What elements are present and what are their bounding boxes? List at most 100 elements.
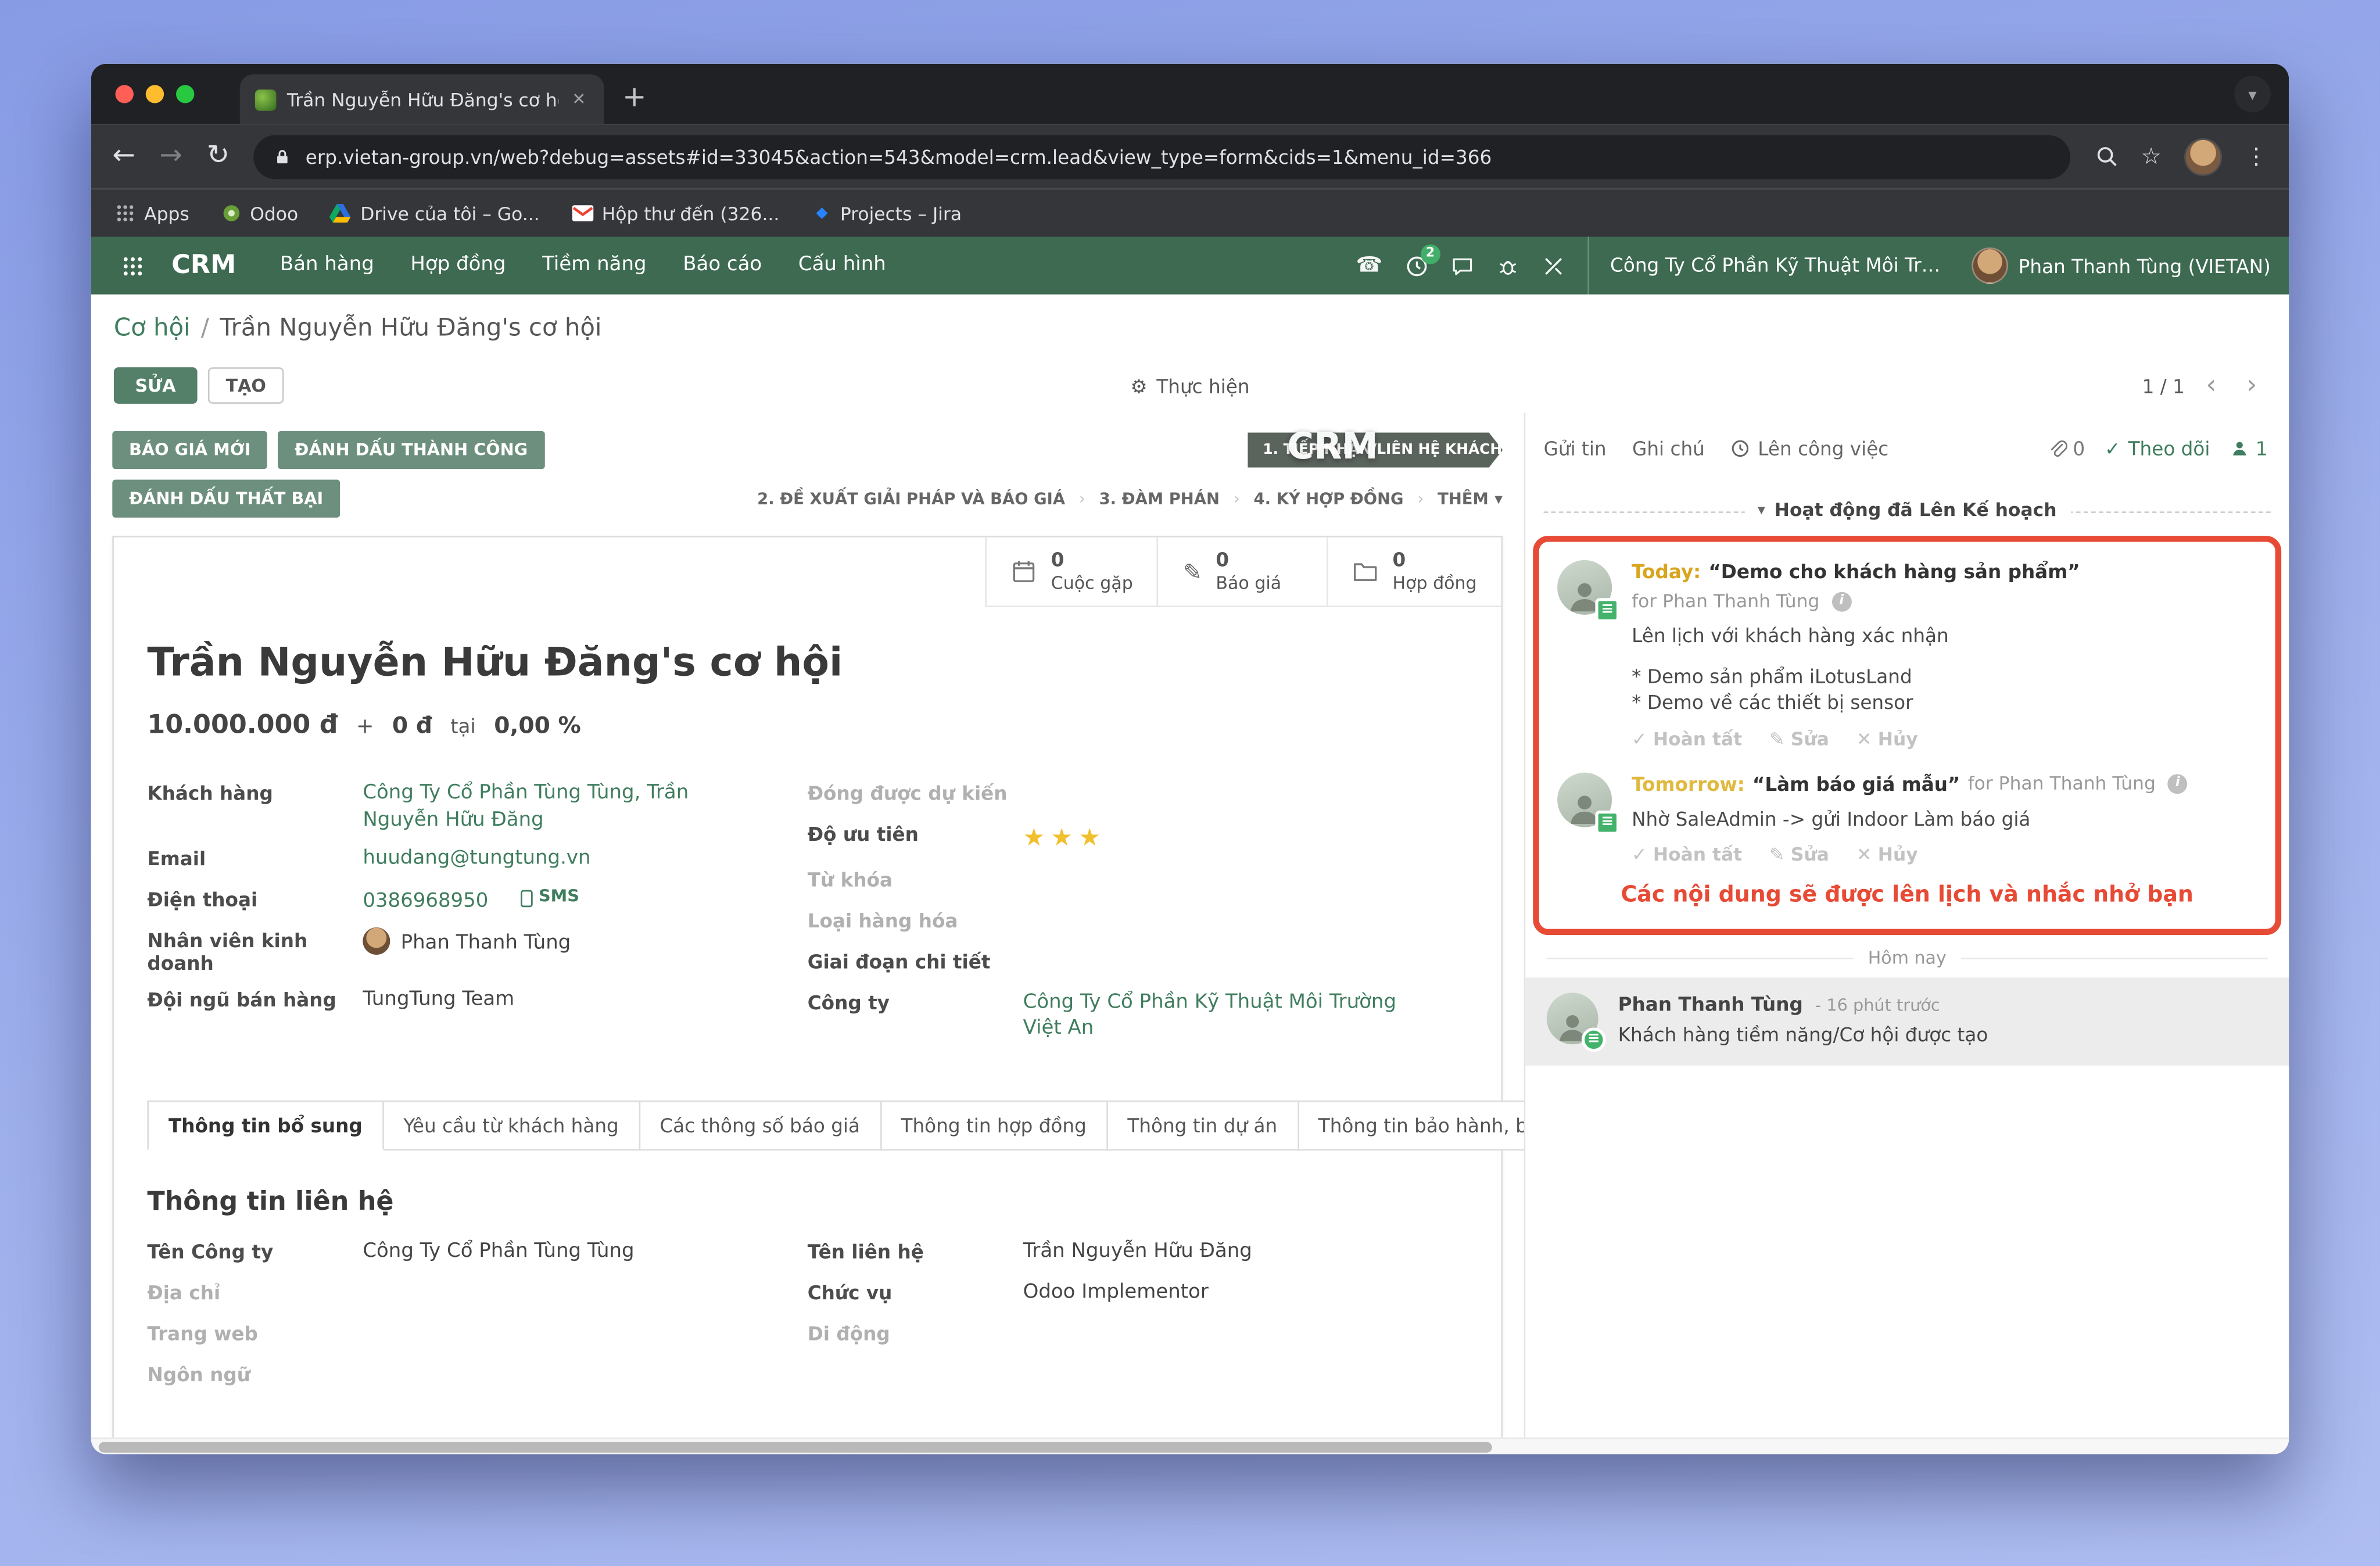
tags-label: Từ khóa <box>808 866 1023 895</box>
forward-button[interactable]: → <box>160 143 182 170</box>
email-link[interactable]: huudang@tungtung.vn <box>363 846 590 875</box>
company-switcher[interactable]: Công Ty Cổ Phần Kỹ Thuật Môi Trường Vi..… <box>1587 237 1949 295</box>
tab-search-button[interactable]: ▾ <box>2234 76 2271 113</box>
activity-done-button[interactable]: ✓Hoàn tất <box>1632 844 1742 865</box>
action-menu[interactable]: ⚙ Thực hiện <box>1130 374 1249 397</box>
activities-highlight-box: ≡ Today: “Demo cho khách hàng sản phẩm” … <box>1533 536 2281 935</box>
breadcrumb-parent-link[interactable]: Cơ hội <box>114 312 191 341</box>
status-row-1: BÁO GIÁ MỚI ĐÁNH DẤU THÀNH CÔNG 1. TIẾP … <box>112 431 1503 469</box>
new-tab-button[interactable]: + <box>622 74 647 124</box>
activity-type-badge-icon: ≡ <box>1595 810 1619 834</box>
revenue-at: tại <box>450 716 476 739</box>
sales-team-value[interactable]: TungTung Team <box>363 987 514 1016</box>
info-icon[interactable] <box>2168 773 2188 793</box>
activity-cancel-button[interactable]: ✕Hủy <box>1856 728 1918 750</box>
messages-icon[interactable] <box>1451 255 1474 277</box>
mark-won-button[interactable]: ĐÁNH DẤU THÀNH CÔNG <box>278 431 544 469</box>
scrollbar-thumb[interactable] <box>99 1442 1492 1453</box>
pager-next-icon[interactable]: › <box>2238 372 2266 398</box>
apps-menu-icon[interactable] <box>109 255 156 277</box>
bookmark-drive[interactable]: Drive của tôi – Go... <box>330 203 540 224</box>
planned-activities-header[interactable]: ▾ Hoạt động đã Lên Kế hoạch <box>1544 499 2271 524</box>
tab-thong-so-bao-gia[interactable]: Các thông số báo giá <box>640 1101 881 1151</box>
stage-more-button[interactable]: THÊM ▾ <box>1438 489 1503 507</box>
email-label: Email <box>147 846 363 875</box>
goods-type-label: Loại hàng hóa <box>808 908 1023 937</box>
company-link[interactable]: Công Ty Cổ Phần Kỹ Thuật Môi Trường Việt… <box>1023 990 1430 1043</box>
bookmark-odoo[interactable]: Odoo <box>221 203 299 224</box>
tools-icon[interactable] <box>1542 255 1565 277</box>
activity-clock-icon[interactable]: 2 <box>1405 255 1428 277</box>
address-bar[interactable]: erp.vietan-group.vn/web?debug=assets#id=… <box>254 134 2070 178</box>
language-label: Ngôn ngữ <box>147 1361 363 1391</box>
contact-section-heading: Thông tin liên hệ <box>147 1187 1468 1217</box>
message-author[interactable]: Phan Thanh Tùng <box>1618 992 1803 1015</box>
attachments-button[interactable]: 0 <box>2047 437 2085 460</box>
stat-quotations-button[interactable]: ✎ 0 Báo giá <box>1157 537 1328 608</box>
tab-thong-tin-du-an[interactable]: Thông tin dự án <box>1107 1101 1298 1151</box>
stage-3[interactable]: 3. ĐÀM PHÁN <box>1099 489 1220 507</box>
menu-bao-cao[interactable]: Báo cáo <box>666 237 779 295</box>
bug-icon[interactable] <box>1496 255 1519 277</box>
browser-toolbar: ← → ↻ erp.vietan-group.vn/web?debug=asse… <box>91 124 2289 188</box>
tab-bao-hanh-bao-tri[interactable]: Thông tin bảo hành, bảo trì <box>1299 1101 1525 1151</box>
macos-traffic-lights <box>116 85 195 103</box>
phone-link[interactable]: 0386968950 <box>363 891 488 913</box>
activity-done-button[interactable]: ✓Hoàn tất <box>1632 728 1742 750</box>
stat-meetings-button[interactable]: 0 Cuộc gặp <box>985 537 1157 608</box>
send-message-button[interactable]: Gửi tin <box>1544 437 1607 460</box>
tab-thong-tin-bo-sung[interactable]: Thông tin bổ sung <box>147 1101 383 1151</box>
window-minimize-button[interactable] <box>146 85 164 103</box>
browser-menu-icon[interactable]: ⋮ <box>2245 145 2267 167</box>
mark-lost-button[interactable]: ĐÁNH DẤU THẤT BẠI <box>112 479 340 517</box>
back-button[interactable]: ← <box>112 143 135 170</box>
zoom-icon[interactable] <box>2094 144 2119 169</box>
window-close-button[interactable] <box>116 85 134 103</box>
contact-fields: Tên Công ty Công Ty Cổ Phần Tùng Tùng Đị… <box>147 1238 1468 1402</box>
menu-hop-dong[interactable]: Hợp đồng <box>394 237 523 295</box>
user-name: Phan Thanh Tùng (VIETAN) <box>2019 255 2271 277</box>
bookmark-apps[interactable]: Apps <box>116 203 189 224</box>
tab-thong-tin-hop-dong[interactable]: Thông tin hợp đồng <box>881 1101 1108 1151</box>
new-quotation-button[interactable]: BÁO GIÁ MỚI <box>112 431 267 469</box>
pager-previous-icon[interactable]: ‹ <box>2197 372 2225 398</box>
lock-icon <box>274 146 292 166</box>
stage-active[interactable]: 1. TIẾP NHẬN/LIÊN HỆ KHÁCH HÀNG <box>1248 432 1503 467</box>
bookmark-star-icon[interactable]: ☆ <box>2141 145 2162 167</box>
tab-close-icon[interactable]: ✕ <box>569 89 589 109</box>
horizontal-scrollbar[interactable] <box>91 1438 2289 1454</box>
stage-4[interactable]: 4. KÝ HỢP ĐỒNG <box>1254 489 1404 507</box>
phone-icon[interactable]: ☎ <box>1356 255 1383 277</box>
info-icon[interactable] <box>1831 591 1851 611</box>
reload-button[interactable]: ↻ <box>207 143 230 170</box>
user-menu[interactable]: Phan Thanh Tùng (VIETAN) <box>1972 248 2271 284</box>
menu-tiem-nang[interactable]: Tiềm năng <box>525 237 663 295</box>
schedule-activity-button[interactable]: Lên công việc <box>1730 437 1888 460</box>
customer-link[interactable]: Công Ty Cổ Phần Tùng Tùng, Trần Nguyễn H… <box>363 780 769 834</box>
bookmark-jira[interactable]: Projects – Jira <box>811 203 962 224</box>
activity-edit-button[interactable]: ✎Sửa <box>1769 728 1829 750</box>
activity-edit-button[interactable]: ✎Sửa <box>1769 844 1829 865</box>
browser-tab[interactable]: Trần Nguyễn Hữu Đăng's cơ hộ ✕ <box>240 74 604 124</box>
edit-button[interactable]: SỬA <box>114 367 197 404</box>
app-title[interactable]: CRM <box>171 250 236 281</box>
create-button[interactable]: TẠO <box>207 367 284 404</box>
followers-button[interactable]: 1 <box>2230 437 2267 460</box>
menu-ban-hang[interactable]: Bán hàng <box>263 237 390 295</box>
tab-yeu-cau-khach-hang[interactable]: Yêu cầu từ khách hàng <box>383 1101 640 1151</box>
activity-cancel-button[interactable]: ✕Hủy <box>1856 844 1918 865</box>
priority-label: Độ ưu tiên <box>808 822 1023 854</box>
salesperson-label: Nhân viên kinh doanh <box>147 928 363 975</box>
bookmark-gmail[interactable]: Hộp thư đến (326... <box>572 203 780 224</box>
salesperson-value[interactable]: Phan Thanh Tùng <box>363 928 571 975</box>
window-zoom-button[interactable] <box>176 85 194 103</box>
sms-button[interactable]: SMS <box>519 887 579 909</box>
browser-profile-avatar[interactable] <box>2184 137 2222 175</box>
stat-contracts-button[interactable]: 0 Hợp đồng <box>1327 537 1501 608</box>
priority-stars[interactable]: ★★★ <box>1023 822 1107 854</box>
field-group-left: Khách hàng Công Ty Cổ Phần Tùng Tùng, Tr… <box>147 780 807 1055</box>
following-button[interactable]: ✓ Theo dõi <box>2105 437 2210 460</box>
log-note-button[interactable]: Ghi chú <box>1632 437 1705 460</box>
menu-cau-hinh[interactable]: Cấu hình <box>782 237 902 295</box>
stage-2[interactable]: 2. ĐỀ XUẤT GIẢI PHÁP VÀ BÁO GIÁ <box>757 489 1065 507</box>
